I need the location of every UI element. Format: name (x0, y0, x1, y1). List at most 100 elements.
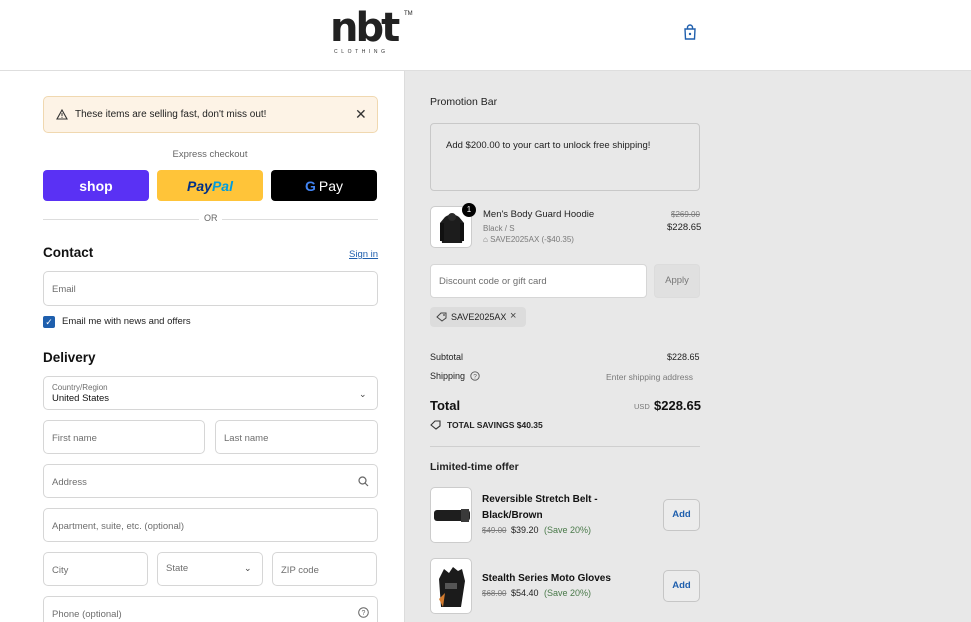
logo-wordmark: nbt (330, 5, 400, 51)
checkout-form: These items are selling fast, don't miss… (0, 71, 404, 622)
promotion-text: Add $200.00 to your cart to unlock free … (446, 140, 651, 151)
express-checkout-label: Express checkout (172, 149, 248, 160)
email-field[interactable]: Email (43, 271, 378, 306)
item-original-price: $269.00 (671, 210, 700, 219)
city-field[interactable]: City (43, 552, 148, 586)
country-label: Country/Region (52, 383, 108, 392)
city-placeholder: City (52, 565, 69, 576)
header: nbt TM CLOTHING (0, 0, 971, 71)
svg-text:?: ? (362, 610, 366, 617)
total-label: Total (430, 398, 461, 413)
add-offer-button[interactable]: Add (663, 570, 700, 602)
tag-icon (436, 312, 447, 322)
chevron-down-icon: ⌄ (244, 563, 252, 573)
promotion-bar-title: Promotion Bar (430, 96, 498, 108)
applied-code-chip: SAVE2025AX × (430, 307, 526, 327)
offer-old-price: $49.00 (482, 526, 507, 535)
shop-pay-button[interactable]: shop (43, 170, 149, 201)
sign-in-link[interactable]: Sign in (349, 249, 378, 260)
order-summary: Promotion Bar Add $200.00 to your cart t… (404, 71, 971, 622)
offer-new-price: $39.20 (511, 525, 539, 535)
newsletter-checkbox[interactable]: ✓ (43, 316, 55, 328)
urgency-alert: These items are selling fast, don't miss… (43, 96, 378, 133)
add-offer-button[interactable]: Add (663, 499, 700, 531)
limited-offer-title: Limited-time offer (430, 461, 519, 473)
address-field[interactable]: Address (43, 464, 378, 498)
zip-field[interactable]: ZIP code (272, 552, 377, 586)
shipping-label: Shipping (430, 371, 466, 381)
country-value: United States (52, 393, 110, 404)
shipping-value: Enter shipping address (606, 372, 693, 382)
or-text: OR (204, 213, 218, 223)
shop-pay-label: shop (79, 177, 113, 194)
logo-trademark: TM (404, 11, 413, 17)
apply-button[interactable]: Apply (654, 264, 700, 298)
last-name-field[interactable]: Last name (215, 420, 378, 454)
paypal-label-part1: Pay (187, 177, 212, 194)
belt-thumbnail (430, 487, 472, 543)
alert-text: These items are selling fast, don't miss… (75, 109, 267, 120)
chevron-down-icon: ⌄ (359, 389, 367, 399)
state-select[interactable]: State ⌄ (157, 552, 263, 586)
currency-code: USD (634, 402, 650, 411)
phone-placeholder: Phone (optional) (52, 609, 122, 620)
promotion-bar: Add $200.00 to your cart to unlock free … (430, 123, 700, 191)
offer-new-price: $54.40 (511, 588, 539, 598)
google-pay-label: Pay (318, 177, 343, 194)
subtotal-value: $228.65 (667, 352, 700, 362)
discount-code-field[interactable]: Discount code or gift card (430, 264, 647, 298)
belt-image (434, 509, 470, 522)
apartment-field[interactable]: Apartment, suite, etc. (optional) (43, 508, 378, 542)
tag-icon: ⌂ (483, 235, 491, 244)
item-variant: Black / S (483, 224, 515, 233)
brand-logo[interactable]: nbt TM CLOTHING (330, 5, 413, 58)
help-icon[interactable]: ? (358, 607, 369, 618)
search-icon (358, 476, 369, 487)
offer-save: (Save 20%) (544, 525, 592, 535)
shopping-bag-icon[interactable] (683, 24, 697, 40)
newsletter-label: Email me with news and offers (62, 316, 191, 327)
first-name-field[interactable]: First name (43, 420, 205, 454)
google-g-icon: G (304, 177, 316, 194)
item-discount-text: SAVE2025AX (-$40.35) (490, 235, 574, 244)
item-name: Men's Body Guard Hoodie (483, 209, 595, 220)
first-name-placeholder: First name (52, 433, 97, 444)
svg-text:?: ? (473, 374, 477, 381)
remove-code-icon[interactable]: × (510, 310, 516, 322)
applied-code: SAVE2025AX (451, 312, 507, 322)
or-divider: OR (43, 213, 378, 223)
address-placeholder: Address (52, 477, 87, 488)
contact-heading: Contact (43, 245, 94, 260)
google-pay-button[interactable]: G Pay (271, 170, 377, 201)
phone-field[interactable]: Phone (optional) ? (43, 596, 378, 622)
logo-subtitle: CLOTHING (334, 49, 389, 55)
offer-old-price: $68.00 (482, 589, 507, 598)
quantity-badge: 1 (462, 203, 476, 217)
subtotal-label: Subtotal (430, 352, 464, 362)
total-savings: TOTAL SAVINGS $40.35 (447, 420, 543, 430)
apartment-placeholder: Apartment, suite, etc. (optional) (52, 521, 185, 532)
offer-save: (Save 20%) (544, 588, 592, 598)
gloves-image (439, 567, 465, 607)
item-discount: ⌂ SAVE2025AX (-$40.35) (483, 235, 574, 244)
zip-placeholder: ZIP code (281, 565, 319, 576)
offer-name-line2: Black/Brown (482, 510, 543, 521)
gloves-thumbnail (430, 558, 472, 614)
total-value: $228.65 (654, 398, 701, 413)
discount-placeholder: Discount code or gift card (439, 276, 547, 287)
offer-name: Stealth Series Moto Gloves (482, 573, 611, 584)
tag-icon (430, 420, 441, 430)
help-icon[interactable]: ? (470, 371, 480, 381)
warning-icon (56, 109, 68, 120)
divider (430, 446, 700, 447)
delivery-heading: Delivery (43, 350, 96, 365)
state-placeholder: State (166, 563, 189, 574)
email-placeholder: Email (52, 284, 76, 295)
close-icon[interactable]: ✕ (355, 106, 367, 123)
offer-name: Reversible Stretch Belt - (482, 494, 598, 505)
country-select[interactable]: Country/Region United States ⌄ (43, 376, 378, 410)
paypal-label-part2: Pal (211, 177, 233, 194)
item-price: $228.65 (667, 222, 702, 233)
paypal-button[interactable]: Pay Pal (157, 170, 263, 201)
last-name-placeholder: Last name (224, 433, 269, 444)
